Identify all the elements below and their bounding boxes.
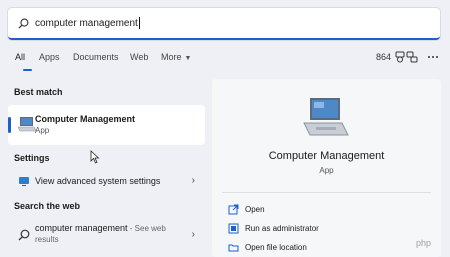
rewards-icon[interactable] — [394, 51, 406, 63]
search-icon — [18, 18, 29, 29]
more-options-icon[interactable] — [427, 51, 439, 63]
preview-pane: Computer Management App Open Run as admi… — [212, 79, 441, 257]
web-result-label: computer management — [35, 223, 128, 233]
tab-web[interactable]: Web — [130, 52, 148, 62]
rewards-points: 864 — [376, 52, 392, 62]
tab-apps[interactable]: Apps — [39, 52, 60, 62]
action-open-label: Open — [245, 205, 265, 214]
folder-icon — [228, 244, 239, 252]
open-icon — [228, 204, 239, 215]
search-query: computer management — [35, 17, 138, 29]
monitor-icon — [19, 177, 29, 186]
section-heading-search-web: Search the web — [14, 201, 81, 211]
action-open-file-location-label: Open file location — [245, 243, 307, 252]
tab-all[interactable]: All — [15, 52, 25, 62]
best-match-item[interactable]: Computer Management App — [8, 105, 205, 164]
shield-icon — [228, 223, 239, 234]
tab-more[interactable]: More ▼ — [161, 52, 191, 62]
tab-more-label: More — [161, 52, 182, 62]
selection-indicator — [8, 117, 11, 133]
active-tab-indicator — [23, 69, 32, 71]
computer-management-icon — [17, 117, 37, 132]
computer-management-icon — [303, 98, 349, 136]
section-heading-settings: Settings — [14, 153, 50, 163]
account-switch-icon[interactable] — [406, 51, 418, 63]
text-caret — [138, 17, 140, 29]
search-input[interactable]: computer management — [8, 8, 440, 40]
tab-documents[interactable]: Documents — [73, 52, 119, 62]
action-run-as-admin-label: Run as administrator — [245, 224, 319, 233]
watermark: php — [416, 238, 432, 248]
settings-item-label: View advanced system settings — [35, 176, 161, 186]
action-run-as-admin[interactable]: Run as administrator — [228, 222, 428, 236]
best-match-subtitle: App — [35, 126, 50, 135]
filter-tabs: All Apps Documents Web More ▼ 864 — [8, 51, 442, 71]
action-open[interactable]: Open — [228, 203, 428, 217]
web-result-suffix: - See web — [127, 224, 166, 233]
settings-item-advanced-system[interactable]: View advanced system settings › — [8, 170, 205, 192]
chevron-down-icon: ▼ — [184, 55, 192, 62]
best-match-title: Computer Management — [35, 114, 136, 124]
chevron-right-icon: › — [191, 229, 195, 240]
web-result-item[interactable]: computer management - See web results › — [8, 221, 205, 251]
preview-subtitle: App — [319, 166, 334, 175]
chevron-right-icon: › — [191, 175, 195, 186]
web-result-query: computer management - See web — [35, 223, 166, 233]
search-icon — [18, 229, 30, 241]
mouse-cursor-icon — [90, 150, 100, 164]
results-list: Best match Computer Management App Setti… — [8, 84, 205, 257]
action-open-file-location[interactable]: Open file location — [228, 241, 428, 255]
section-heading-best-match: Best match — [14, 87, 63, 97]
preview-title: Computer Management — [268, 150, 385, 162]
web-result-suffix-line2: results — [35, 235, 59, 244]
divider — [222, 192, 431, 193]
